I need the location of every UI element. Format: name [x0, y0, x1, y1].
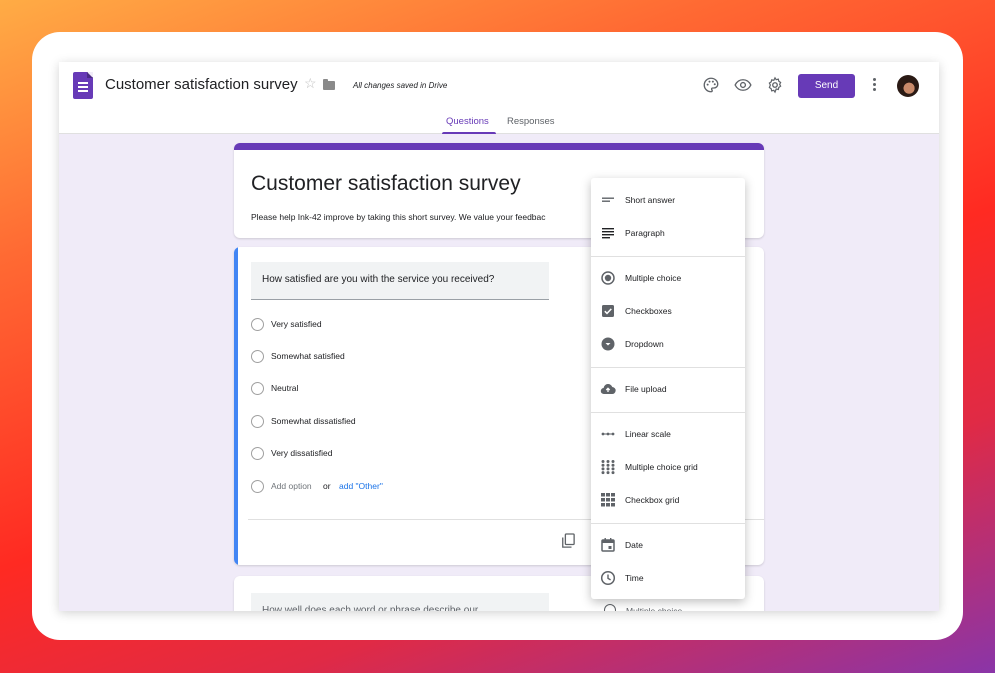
menu-item-dropdown[interactable]: Dropdown — [591, 329, 745, 359]
save-status: All changes saved in Drive — [353, 81, 448, 90]
forms-logo-icon[interactable] — [73, 72, 93, 99]
menu-label: Date — [625, 540, 643, 550]
radio-button-icon — [604, 604, 616, 611]
form-description[interactable]: Please help Ink-42 improve by taking thi… — [251, 212, 546, 222]
tab-responses[interactable]: Responses — [507, 116, 555, 127]
question-title-input[interactable]: How satisfied are you with the service y… — [251, 262, 549, 300]
menu-label: Checkboxes — [625, 306, 672, 316]
menu-item-checkboxes[interactable]: Checkboxes — [591, 296, 745, 326]
linear-scale-icon — [601, 432, 615, 436]
option-label[interactable]: Somewhat dissatisfied — [271, 416, 356, 426]
preview-eye-icon[interactable] — [734, 76, 752, 94]
option-label[interactable]: Somewhat satisfied — [271, 351, 345, 361]
menu-item-short-answer[interactable]: Short answer — [591, 185, 745, 215]
cloud-upload-icon — [600, 384, 616, 395]
menu-label: File upload — [625, 384, 667, 394]
checkbox-grid-icon — [601, 493, 615, 507]
dropdown-icon — [601, 337, 615, 351]
menu-item-time[interactable]: Time — [591, 563, 745, 593]
question-title-input-2[interactable]: How well does each word or phrase descri… — [251, 593, 549, 611]
menu-item-linear-scale[interactable]: Linear scale — [591, 419, 745, 449]
active-card-accent — [234, 247, 238, 565]
avatar[interactable] — [897, 75, 919, 97]
add-option-row: Add option or add "Other" — [251, 479, 451, 495]
menu-label: Multiple choice grid — [625, 462, 698, 472]
option-label[interactable]: Very dissatisfied — [271, 448, 332, 458]
form-title[interactable]: Customer satisfaction survey — [251, 172, 521, 196]
menu-label: Linear scale — [625, 429, 671, 439]
radio-icon — [251, 382, 264, 395]
add-option-button[interactable]: Add option — [271, 481, 312, 491]
google-forms-window: Customer satisfaction survey ☆ All chang… — [59, 62, 939, 611]
checkbox-icon — [602, 305, 614, 317]
folder-icon[interactable] — [323, 79, 335, 90]
radio-button-icon — [601, 271, 615, 285]
star-icon[interactable]: ☆ — [304, 75, 317, 92]
menu-label: Multiple choice — [625, 273, 682, 283]
menu-divider — [591, 256, 745, 257]
palette-icon[interactable] — [702, 76, 720, 94]
option-label[interactable]: Neutral — [271, 383, 298, 393]
menu-label: Time — [625, 573, 644, 583]
radio-icon — [251, 415, 264, 428]
radio-icon — [251, 318, 264, 331]
menu-label: Paragraph — [625, 228, 665, 238]
option-label[interactable]: Very satisfied — [271, 319, 322, 329]
menu-item-paragraph[interactable]: Paragraph — [591, 218, 745, 248]
document-title[interactable]: Customer satisfaction survey — [105, 76, 298, 93]
menu-divider — [591, 523, 745, 524]
paragraph-icon — [602, 228, 614, 239]
menu-label: Short answer — [625, 195, 676, 205]
or-label: or — [323, 481, 331, 491]
duplicate-icon[interactable] — [561, 533, 575, 549]
menu-item-checkbox-grid[interactable]: Checkbox grid — [591, 485, 745, 515]
radio-grid-icon — [601, 460, 615, 475]
more-vert-icon[interactable] — [873, 78, 877, 94]
clock-icon — [600, 570, 616, 586]
radio-icon — [251, 350, 264, 363]
menu-divider — [591, 412, 745, 413]
menu-item-multiple-choice-grid[interactable]: Multiple choice grid — [591, 452, 745, 482]
top-bar: Customer satisfaction survey ☆ All chang… — [59, 62, 939, 134]
add-other-link[interactable]: add "Other" — [339, 481, 383, 491]
question-type-menu: Short answer Paragraph Multiple choice C… — [591, 178, 745, 599]
menu-item-file-upload[interactable]: File upload — [591, 374, 745, 404]
short-text-icon — [602, 197, 614, 202]
menu-item-multiple-choice[interactable]: Multiple choice — [591, 263, 745, 293]
calendar-icon — [601, 538, 615, 552]
tab-bar: Questions Responses — [59, 114, 939, 134]
radio-icon — [251, 480, 264, 493]
menu-label: Dropdown — [625, 339, 664, 349]
menu-item-date[interactable]: Date — [591, 530, 745, 560]
send-button[interactable]: Send — [798, 74, 855, 98]
active-tab-indicator — [442, 132, 496, 134]
menu-label: Checkbox grid — [625, 495, 680, 505]
question-type-select[interactable]: Multiple choice — [626, 606, 682, 611]
tab-questions[interactable]: Questions — [446, 116, 489, 127]
settings-gear-icon[interactable] — [766, 76, 784, 94]
radio-icon — [251, 447, 264, 460]
menu-divider — [591, 367, 745, 368]
